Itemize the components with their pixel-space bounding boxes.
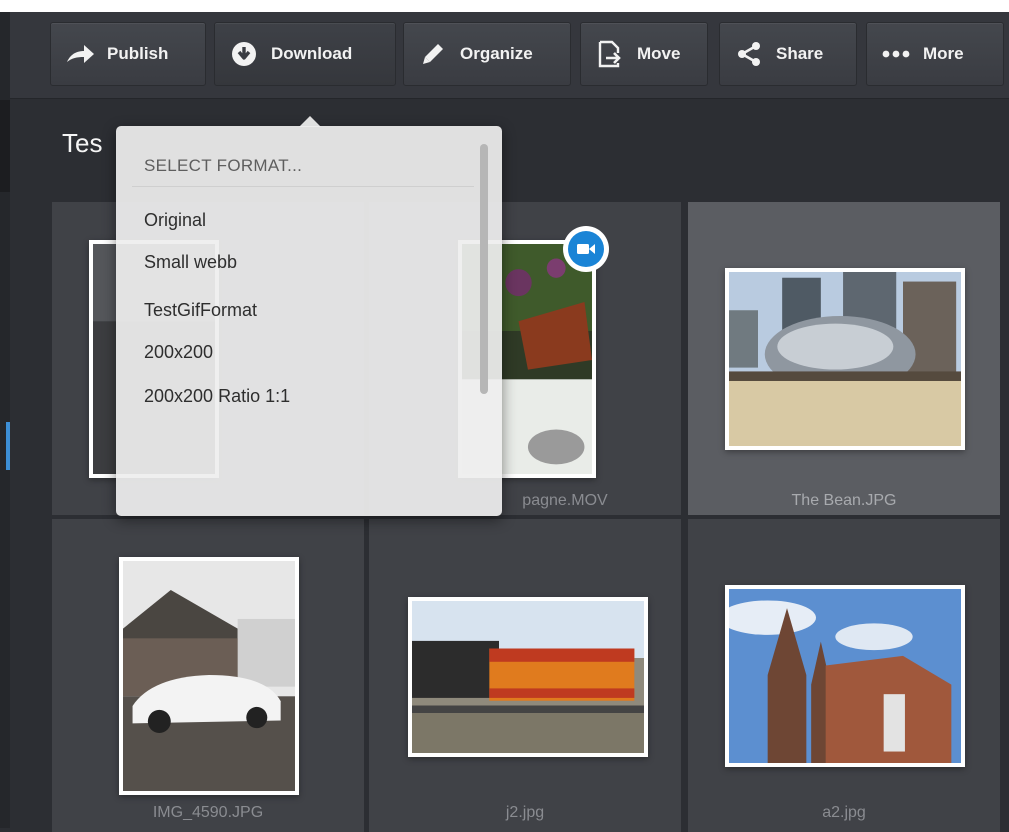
format-option-small-webb[interactable]: Small webb bbox=[144, 252, 237, 273]
file-name: The Bean.JPG bbox=[791, 492, 897, 509]
organize-label: Organize bbox=[460, 44, 533, 63]
share-label: Share bbox=[776, 44, 824, 63]
toolbar: Publish Download Organize Move Share Mor… bbox=[10, 12, 1009, 99]
move-icon bbox=[595, 39, 625, 69]
menu-scrollbar[interactable] bbox=[480, 144, 488, 394]
file-tile-selected[interactable]: The Bean.JPG bbox=[688, 202, 1000, 515]
download-label: Download bbox=[271, 44, 353, 63]
file-thumbnail bbox=[725, 585, 965, 767]
left-panel-selection-indicator bbox=[6, 422, 10, 470]
format-option-200x200[interactable]: 200x200 bbox=[144, 342, 213, 363]
share-icon bbox=[734, 39, 764, 69]
left-panel-mark bbox=[0, 100, 10, 192]
file-tile[interactable]: a2.jpg bbox=[688, 519, 1000, 832]
window-top-strip bbox=[0, 0, 1009, 12]
download-button[interactable]: Download bbox=[214, 22, 396, 86]
move-button[interactable]: Move bbox=[580, 22, 708, 86]
menu-pointer bbox=[299, 116, 321, 127]
file-thumbnail bbox=[725, 268, 965, 450]
format-option-testgifformat[interactable]: TestGifFormat bbox=[144, 300, 257, 321]
menu-divider bbox=[132, 186, 474, 187]
format-option-200x200-ratio[interactable]: 200x200 Ratio 1:1 bbox=[144, 386, 290, 407]
video-camera-icon bbox=[577, 244, 595, 254]
download-icon bbox=[229, 39, 259, 69]
more-dots-icon bbox=[881, 39, 911, 69]
more-button[interactable]: More bbox=[866, 22, 1004, 86]
download-format-menu: SELECT FORMAT... Original Small webb Tes… bbox=[116, 116, 502, 516]
file-thumbnail bbox=[119, 557, 299, 795]
file-name: j2.jpg bbox=[505, 804, 545, 821]
video-badge bbox=[563, 226, 609, 272]
folder-title: Tes bbox=[62, 128, 103, 158]
organize-button[interactable]: Organize bbox=[403, 22, 571, 86]
publish-arrow-icon bbox=[65, 39, 95, 69]
pencil-icon bbox=[418, 39, 448, 69]
publish-label: Publish bbox=[107, 44, 169, 63]
menu-header: SELECT FORMAT... bbox=[144, 156, 303, 175]
format-option-original[interactable]: Original bbox=[144, 210, 206, 231]
file-name: a2.jpg bbox=[822, 804, 866, 821]
share-button[interactable]: Share bbox=[719, 22, 857, 86]
file-tile[interactable]: j2.jpg bbox=[369, 519, 681, 832]
file-tile[interactable]: IMG_4590.JPG bbox=[52, 519, 364, 832]
file-name: IMG_4590.JPG bbox=[152, 804, 264, 821]
more-label: More bbox=[923, 44, 964, 63]
publish-button[interactable]: Publish bbox=[50, 22, 206, 86]
file-thumbnail bbox=[408, 597, 648, 757]
left-panel-edge bbox=[0, 12, 10, 828]
move-label: Move bbox=[637, 44, 681, 63]
